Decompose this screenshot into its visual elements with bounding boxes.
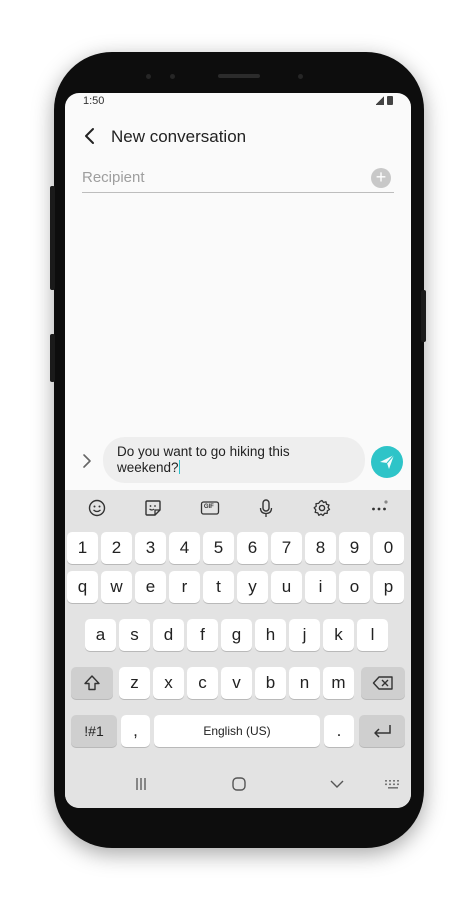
front-sensor (146, 74, 151, 79)
key-i[interactable]: i (305, 571, 336, 603)
backspace-key[interactable] (361, 667, 405, 699)
settings-icon[interactable] (311, 497, 333, 519)
key-e[interactable]: e (135, 571, 166, 603)
compose-bar: Do you want to go hiking this weekend? (65, 435, 411, 485)
key-j[interactable]: j (289, 619, 320, 651)
shift-key[interactable] (71, 667, 113, 699)
letter-row-3: z x c v b n m (65, 667, 411, 699)
key-d[interactable]: d (153, 619, 184, 651)
key-y[interactable]: y (237, 571, 268, 603)
bottom-row: !#1 , English (US) . (65, 715, 411, 747)
key-c[interactable]: c (187, 667, 218, 699)
sticker-icon[interactable] (142, 497, 164, 519)
space-key[interactable]: English (US) (154, 715, 320, 747)
status-time: 1:50 (83, 95, 105, 107)
key-3[interactable]: 3 (135, 532, 166, 564)
symbols-key[interactable]: !#1 (71, 715, 117, 747)
key-8[interactable]: 8 (305, 532, 336, 564)
text-cursor (178, 460, 180, 474)
front-sensor (170, 74, 175, 79)
back-arrow-icon[interactable] (83, 127, 97, 145)
key-1[interactable]: 1 (67, 532, 98, 564)
message-text-line: Do you want to go hiking this (117, 444, 290, 459)
key-m[interactable]: m (323, 667, 354, 699)
key-f[interactable]: f (187, 619, 218, 651)
key-g[interactable]: g (221, 619, 252, 651)
backspace-icon (372, 676, 393, 690)
shift-icon (84, 675, 100, 691)
status-bar: 1:50 (65, 93, 411, 109)
app-header: New conversation (65, 121, 411, 151)
expand-arrow-icon[interactable] (81, 453, 93, 469)
front-camera (298, 74, 303, 79)
recent-apps-icon[interactable] (131, 774, 151, 794)
key-t[interactable]: t (203, 571, 234, 603)
back-nav-icon[interactable] (327, 774, 347, 794)
key-9[interactable]: 9 (339, 532, 370, 564)
key-k[interactable]: k (323, 619, 354, 651)
enter-icon (374, 725, 391, 738)
key-4[interactable]: 4 (169, 532, 200, 564)
key-o[interactable]: o (339, 571, 370, 603)
screen: 1:50 New conversation + Do you want to g… (65, 93, 411, 808)
key-l[interactable]: l (357, 619, 388, 651)
power-button (421, 290, 426, 342)
signal-icon (376, 96, 384, 105)
status-icons (376, 96, 393, 105)
recipient-input[interactable] (82, 165, 352, 189)
key-v[interactable]: v (221, 667, 252, 699)
keyboard-toolbar: GIF (65, 490, 411, 526)
key-n[interactable]: n (289, 667, 320, 699)
key-7[interactable]: 7 (271, 532, 302, 564)
keyboard-switch-icon[interactable] (383, 774, 403, 794)
key-6[interactable]: 6 (237, 532, 268, 564)
more-icon[interactable] (368, 497, 390, 519)
letter-row-2: a s d f g h j k l (65, 619, 411, 651)
keyboard: GIF 1 2 3 4 5 6 7 8 9 0 q w e r t y u i … (65, 490, 411, 760)
comma-key[interactable]: , (121, 715, 150, 747)
key-x[interactable]: x (153, 667, 184, 699)
earpiece (218, 74, 260, 78)
message-text-line: weekend? (117, 460, 351, 476)
key-p[interactable]: p (373, 571, 404, 603)
key-z[interactable]: z (119, 667, 150, 699)
gif-icon[interactable]: GIF (199, 497, 221, 519)
letter-row-1: q w e r t y u i o p (65, 571, 411, 603)
add-recipient-icon[interactable]: + (371, 168, 391, 188)
battery-icon (387, 96, 393, 105)
message-text-tail: weekend? (117, 460, 179, 475)
key-b[interactable]: b (255, 667, 286, 699)
emoji-icon[interactable] (86, 497, 108, 519)
gif-label: GIF (203, 504, 214, 510)
page-title: New conversation (111, 127, 247, 146)
bixby-button (50, 334, 55, 382)
key-0[interactable]: 0 (373, 532, 404, 564)
key-a[interactable]: a (85, 619, 116, 651)
send-button[interactable] (371, 446, 403, 478)
send-icon (380, 454, 395, 469)
recipient-field: + (82, 165, 394, 193)
key-2[interactable]: 2 (101, 532, 132, 564)
key-u[interactable]: u (271, 571, 302, 603)
navigation-bar (65, 760, 411, 808)
enter-key[interactable] (359, 715, 405, 747)
key-r[interactable]: r (169, 571, 200, 603)
message-input[interactable]: Do you want to go hiking this weekend? (103, 437, 365, 483)
key-w[interactable]: w (101, 571, 132, 603)
home-icon[interactable] (229, 774, 249, 794)
key-5[interactable]: 5 (203, 532, 234, 564)
microphone-icon[interactable] (255, 497, 277, 519)
key-q[interactable]: q (67, 571, 98, 603)
key-h[interactable]: h (255, 619, 286, 651)
period-key[interactable]: . (324, 715, 354, 747)
number-row: 1 2 3 4 5 6 7 8 9 0 (65, 532, 411, 564)
key-s[interactable]: s (119, 619, 150, 651)
volume-button (50, 186, 55, 290)
